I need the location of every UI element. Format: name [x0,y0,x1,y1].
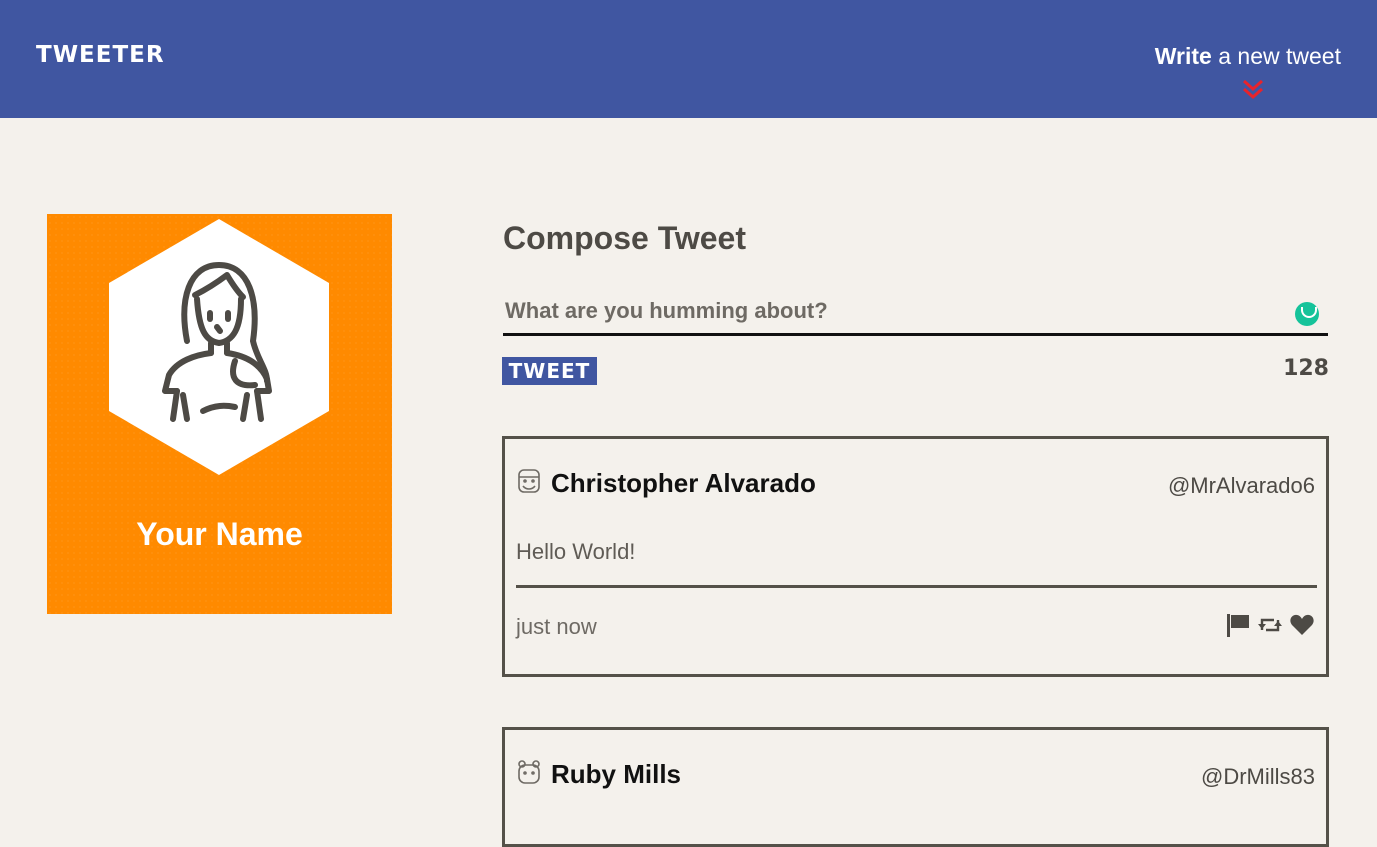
tweet-divider [516,585,1317,588]
tweet-submit-button[interactable]: TWEET [502,357,597,385]
flag-icon[interactable] [1225,612,1251,638]
brand-logo[interactable]: TWEETER [36,42,165,68]
user-avatar-icon [518,469,540,493]
tweet-text-input[interactable] [503,288,1328,336]
profile-name: Your Name [136,516,303,552]
tweet-author-handle: @DrMills83 [1200,764,1315,789]
profile-card: Your Name [47,214,392,614]
double-chevron-down-icon[interactable] [1240,78,1266,100]
tweet-timestamp: just now [516,614,597,639]
tweet-card: Christopher Alvarado @MrAlvarado6 Hello … [502,436,1329,677]
tweet-card: Ruby Mills @DrMills83 [502,727,1329,847]
compose-title: Compose Tweet [503,220,746,256]
woman-avatar-icon [109,219,329,475]
grammarly-icon[interactable] [1295,302,1319,326]
write-link-rest: a new tweet [1218,43,1341,69]
heart-icon[interactable] [1289,612,1315,638]
top-navbar: TWEETER Write a new tweet [0,0,1377,118]
tweet-author-name: Christopher Alvarado [551,468,816,498]
tweet-actions [1225,612,1315,638]
write-link-bold: Write [1154,43,1212,69]
tweet-text: Hello World! [516,539,636,564]
retweet-icon[interactable] [1257,612,1283,638]
tweet-author-name: Ruby Mills [551,759,682,789]
user-avatar-icon [518,760,540,784]
write-new-tweet-link[interactable]: Write a new tweet [1155,43,1341,70]
char-counter: 128 [1283,356,1329,381]
tweet-author-handle: @MrAlvarado6 [1167,473,1315,498]
